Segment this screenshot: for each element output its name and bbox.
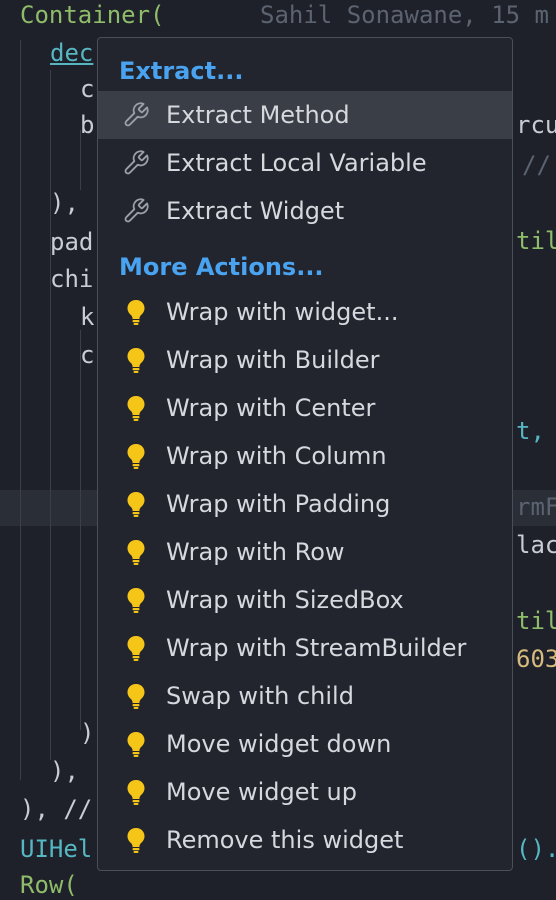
menu-item-label: Wrap with widget... — [166, 298, 399, 326]
menu-item-label: Move widget up — [166, 778, 358, 806]
code-line: ), — [50, 757, 79, 785]
menu-item-label: Wrap with StreamBuilder — [166, 634, 467, 662]
code-fragment: t, — [516, 417, 545, 445]
menu-item-wrap-with-builder[interactable]: Wrap with Builder — [98, 336, 512, 384]
code-fragment: rcu — [516, 111, 556, 139]
menu-item-label: Wrap with Builder — [166, 346, 380, 374]
lightbulb-icon — [118, 537, 154, 567]
indent-guide — [50, 70, 51, 760]
menu-item-wrap-with-padding[interactable]: Wrap with Padding — [98, 480, 512, 528]
code-line: pad — [50, 228, 94, 256]
code-line: Row( — [20, 871, 78, 899]
menu-item-label: Extract Method — [166, 101, 350, 129]
indent-guide — [80, 330, 81, 730]
lightbulb-icon — [118, 489, 154, 519]
code-line: c — [80, 75, 95, 103]
menu-item-label: Wrap with Padding — [166, 490, 391, 518]
code-line: ) — [80, 719, 95, 747]
code-line: b — [80, 111, 95, 139]
menu-item-label: Extract Widget — [166, 197, 345, 225]
menu-item-wrap-with-widget[interactable]: Wrap with widget... — [98, 288, 512, 336]
menu-item-remove-this-widget[interactable]: Remove this widget — [98, 816, 512, 864]
extract-section-header: Extract... — [119, 57, 244, 85]
lightbulb-icon — [118, 777, 154, 807]
code-line: dec — [50, 39, 94, 67]
menu-item-extract-local-variable[interactable]: Extract Local Variable — [98, 139, 512, 187]
lightbulb-icon — [118, 825, 154, 855]
code-line: ), // — [20, 795, 93, 823]
wrench-icon — [118, 100, 154, 130]
lightbulb-icon — [118, 297, 154, 327]
code-fragment: lac — [516, 531, 556, 559]
menu-item-wrap-with-center[interactable]: Wrap with Center — [98, 384, 512, 432]
quick-fix-context-menu: Extract... Extract Method Extract Local … — [97, 37, 513, 871]
code-fragment: rmFi — [516, 493, 556, 521]
more-actions-section-header: More Actions... — [119, 253, 324, 281]
lightbulb-icon — [118, 729, 154, 759]
menu-item-label: Move widget down — [166, 730, 392, 758]
wrench-icon — [118, 148, 154, 178]
code-fragment: til — [516, 227, 556, 255]
menu-item-move-widget-down[interactable]: Move widget down — [98, 720, 512, 768]
menu-item-wrap-with-sizedbox[interactable]: Wrap with SizedBox — [98, 576, 512, 624]
menu-item-extract-method[interactable]: Extract Method — [98, 91, 512, 139]
menu-item-extract-widget[interactable]: Extract Widget — [98, 187, 512, 235]
menu-item-label: Remove this widget — [166, 826, 404, 854]
menu-item-move-widget-up[interactable]: Move widget up — [98, 768, 512, 816]
code-fragment: // — [522, 151, 551, 179]
code-fragment: (). — [516, 835, 556, 863]
lightbulb-icon — [118, 393, 154, 423]
menu-item-label: Extract Local Variable — [166, 149, 427, 177]
menu-item-label: Wrap with Center — [166, 394, 376, 422]
code-line: k — [80, 303, 95, 331]
lightbulb-icon — [118, 633, 154, 663]
code-fragment: 603 — [516, 645, 556, 673]
menu-item-label: Wrap with Row — [166, 538, 345, 566]
code-line: chi — [50, 265, 94, 293]
code-line: ), — [50, 189, 79, 217]
menu-item-label: Wrap with Column — [166, 442, 387, 470]
menu-item-wrap-with-streambuilder[interactable]: Wrap with StreamBuilder — [98, 624, 512, 672]
menu-item-wrap-with-column[interactable]: Wrap with Column — [98, 432, 512, 480]
code-line: c — [80, 341, 95, 369]
code-line: Container( — [20, 1, 165, 29]
lightbulb-icon — [118, 681, 154, 711]
code-fragment: til — [516, 607, 556, 635]
wrench-icon — [118, 196, 154, 226]
lightbulb-icon — [118, 585, 154, 615]
git-blame-annotation: Sahil Sonawane, 15 m — [260, 1, 549, 29]
code-line: UIHel — [20, 835, 93, 863]
menu-item-swap-with-child[interactable]: Swap with child — [98, 672, 512, 720]
lightbulb-icon — [118, 441, 154, 471]
menu-item-label: Swap with child — [166, 682, 354, 710]
menu-item-wrap-with-row[interactable]: Wrap with Row — [98, 528, 512, 576]
indent-guide — [20, 40, 21, 780]
lightbulb-icon — [118, 345, 154, 375]
menu-item-label: Wrap with SizedBox — [166, 586, 404, 614]
